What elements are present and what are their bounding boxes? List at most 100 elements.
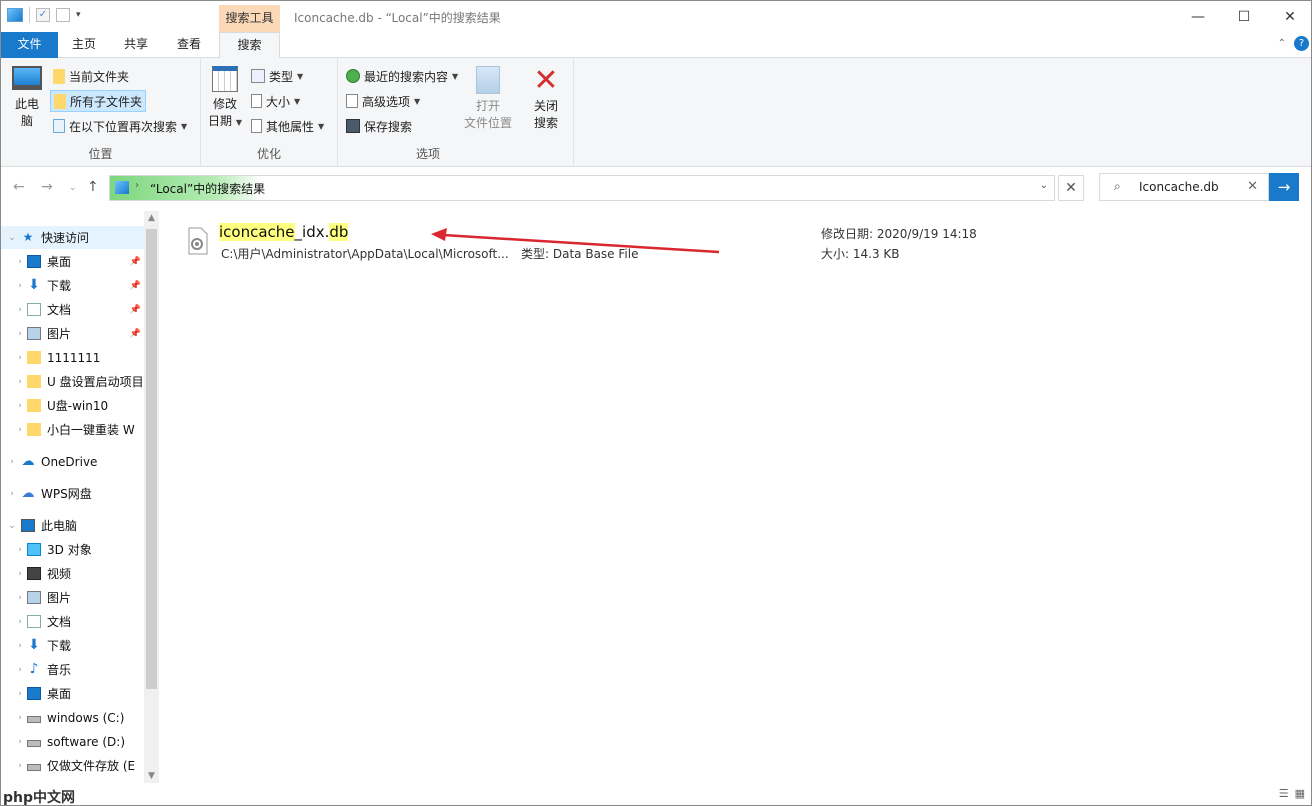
chevron-right-icon[interactable]: › xyxy=(15,665,25,675)
chevron-right-icon[interactable]: › xyxy=(15,593,25,603)
chevron-down-icon[interactable]: ⌄ xyxy=(5,521,19,531)
chevron-right-icon[interactable]: › xyxy=(5,489,19,499)
chevron-right-icon[interactable]: › xyxy=(15,281,25,291)
nav-item[interactable]: › ⬇ 下载 xyxy=(1,634,144,657)
size-button[interactable]: 大小 ▼ xyxy=(251,90,300,112)
tab-share[interactable]: 共享 xyxy=(115,32,157,58)
nav-item[interactable]: › U 盘设置启动项目 xyxy=(1,370,144,393)
advanced-options-button[interactable]: 高级选项 ▼ xyxy=(346,90,420,112)
nav-item[interactable]: › 桌面 📌 xyxy=(1,250,144,273)
chevron-right-icon[interactable]: › xyxy=(15,545,25,555)
arrow-right-icon: → xyxy=(1277,178,1291,196)
forward-arrow-icon[interactable]: → xyxy=(41,179,53,195)
pin-icon[interactable]: 📌 xyxy=(130,305,141,315)
kind-button[interactable]: 类型 ▼ xyxy=(251,65,303,87)
maximize-button[interactable]: ☐ xyxy=(1221,1,1267,32)
all-subfolders-button[interactable]: 所有子文件夹 xyxy=(50,90,147,112)
chevron-right-icon[interactable]: › xyxy=(15,617,25,627)
nav-item[interactable]: › ⬇ 下载 📌 xyxy=(1,274,144,297)
location-group: 此电 脑 当前文件夹 所有子文件夹 在以下位置再次搜索 ▼ 位置 xyxy=(1,58,201,166)
this-pc-button[interactable]: 此电 脑 xyxy=(7,66,47,130)
help-icon[interactable]: ? xyxy=(1294,36,1309,51)
search-input[interactable]: ⌕ Iconcache.db ✕ xyxy=(1099,173,1269,201)
separator xyxy=(29,7,30,23)
chevron-right-icon[interactable]: › xyxy=(15,305,25,315)
nav-item[interactable]: › 小白一键重装 W xyxy=(1,418,144,441)
tab-view[interactable]: 查看 xyxy=(167,32,211,58)
result-file-name[interactable]: iconcache_idx.db xyxy=(219,223,349,241)
nav-item[interactable]: › 视频 xyxy=(1,562,144,585)
nav-item[interactable]: › 3D 对象 xyxy=(1,538,144,561)
nav-item[interactable]: › 文档 📌 xyxy=(1,298,144,321)
chevron-right-icon[interactable]: › xyxy=(15,353,25,363)
tab-home[interactable]: 主页 xyxy=(63,32,105,58)
nav-item[interactable]: › software (D:) xyxy=(1,730,144,753)
nav-item[interactable]: › ☁ OneDrive xyxy=(1,450,144,473)
nav-item[interactable]: ⌄ 此电脑 xyxy=(1,514,144,537)
chevron-down-icon[interactable]: ⌄ xyxy=(5,233,19,243)
chevron-right-icon[interactable]: › xyxy=(15,377,25,387)
search-again-in-button[interactable]: 在以下位置再次搜索 ▼ xyxy=(53,115,187,137)
chevron-right-icon[interactable]: › xyxy=(15,401,25,411)
other-properties-button[interactable]: 其他属性 ▼ xyxy=(251,115,324,137)
nav-item[interactable]: › 桌面 xyxy=(1,682,144,705)
stop-search-button[interactable]: ✕ xyxy=(1058,175,1084,201)
recent-locations-chevron-icon[interactable]: ⌄ xyxy=(69,183,77,193)
chevron-down-icon[interactable]: ⌄ xyxy=(1040,180,1048,191)
save-search-button[interactable]: 保存搜索 xyxy=(346,115,412,137)
chevron-right-icon[interactable]: › xyxy=(15,569,25,579)
recent-searches-button[interactable]: 最近的搜索内容 ▼ xyxy=(346,65,458,87)
nav-item[interactable]: › ♪ 音乐 xyxy=(1,658,144,681)
up-arrow-icon[interactable]: ↑ xyxy=(87,179,99,195)
scrollbar-thumb[interactable] xyxy=(146,229,157,689)
chevron-right-icon[interactable]: › xyxy=(15,257,25,267)
new-folder-icon[interactable] xyxy=(56,8,70,22)
large-icons-view-icon[interactable]: ▦ xyxy=(1295,787,1305,800)
chevron-right-icon[interactable]: › xyxy=(15,689,25,699)
tab-file[interactable]: 文件 xyxy=(1,32,58,58)
chevron-right-icon[interactable]: › xyxy=(5,457,19,467)
open-file-location-button[interactable]: 打开 文件位置 xyxy=(458,66,518,132)
status-bar: ☰ ▦ xyxy=(1,783,1311,805)
back-arrow-icon[interactable]: ← xyxy=(13,179,25,195)
qat-dropdown-icon[interactable]: ▾ xyxy=(76,10,81,20)
nav-item[interactable]: › 仅做文件存放 (E xyxy=(1,754,144,777)
nav-item[interactable]: › U盘-win10 xyxy=(1,394,144,417)
chevron-right-icon[interactable]: › xyxy=(15,761,25,771)
chevron-right-icon[interactable]: › xyxy=(15,329,25,339)
details-view-icon[interactable]: ☰ xyxy=(1279,787,1289,800)
clear-search-icon[interactable]: ✕ xyxy=(1247,179,1258,194)
nav-item[interactable]: › 1111111 xyxy=(1,346,144,369)
nav-scrollbar[interactable]: ▲ ▼ xyxy=(144,211,159,783)
pin-icon[interactable]: 📌 xyxy=(130,329,141,339)
nav-item[interactable]: › 文档 xyxy=(1,610,144,633)
close-button[interactable]: ✕ xyxy=(1267,1,1311,32)
nav-item[interactable]: › windows (C:) xyxy=(1,706,144,729)
address-bar[interactable]: › “Local”中的搜索结果 ⌄ xyxy=(109,175,1055,201)
breadcrumb[interactable]: “Local”中的搜索结果 xyxy=(150,180,265,197)
pin-icon[interactable]: 📌 xyxy=(130,257,141,267)
nav-item[interactable]: › ☁ WPS网盘 xyxy=(1,482,144,505)
chevron-right-icon[interactable]: › xyxy=(15,737,25,747)
collapse-ribbon-icon[interactable]: ⌃ xyxy=(1278,38,1286,49)
chevron-right-icon[interactable]: › xyxy=(15,713,25,723)
pin-icon[interactable]: 📌 xyxy=(130,281,141,291)
chevron-right-icon[interactable]: › xyxy=(15,425,25,435)
minimize-button[interactable]: — xyxy=(1175,1,1221,32)
date-modified-button[interactable]: 修改 日期 ▼ xyxy=(205,66,245,131)
close-search-button[interactable]: ✕ 关闭 搜索 xyxy=(526,66,566,132)
nav-item[interactable]: › 图片 xyxy=(1,586,144,609)
current-folder-button[interactable]: 当前文件夹 xyxy=(53,65,129,87)
quick-access-toolbar: ✓ ▾ xyxy=(7,7,81,23)
window-title: Iconcache.db - “Local”中的搜索结果 xyxy=(294,11,501,25)
tab-search[interactable]: 搜索 xyxy=(219,32,280,59)
properties-icon[interactable]: ✓ xyxy=(36,8,50,22)
pictures-icon xyxy=(27,591,41,604)
scroll-down-icon[interactable]: ▼ xyxy=(144,771,159,781)
chevron-right-icon[interactable]: › xyxy=(15,641,25,651)
search-go-button[interactable]: → xyxy=(1269,173,1299,201)
breadcrumb-chevron-icon[interactable]: › xyxy=(135,180,139,191)
scroll-up-icon[interactable]: ▲ xyxy=(144,213,159,223)
nav-item[interactable]: › 图片 📌 xyxy=(1,322,144,345)
nav-item[interactable]: ⌄ ★ 快速访问 xyxy=(1,226,144,249)
